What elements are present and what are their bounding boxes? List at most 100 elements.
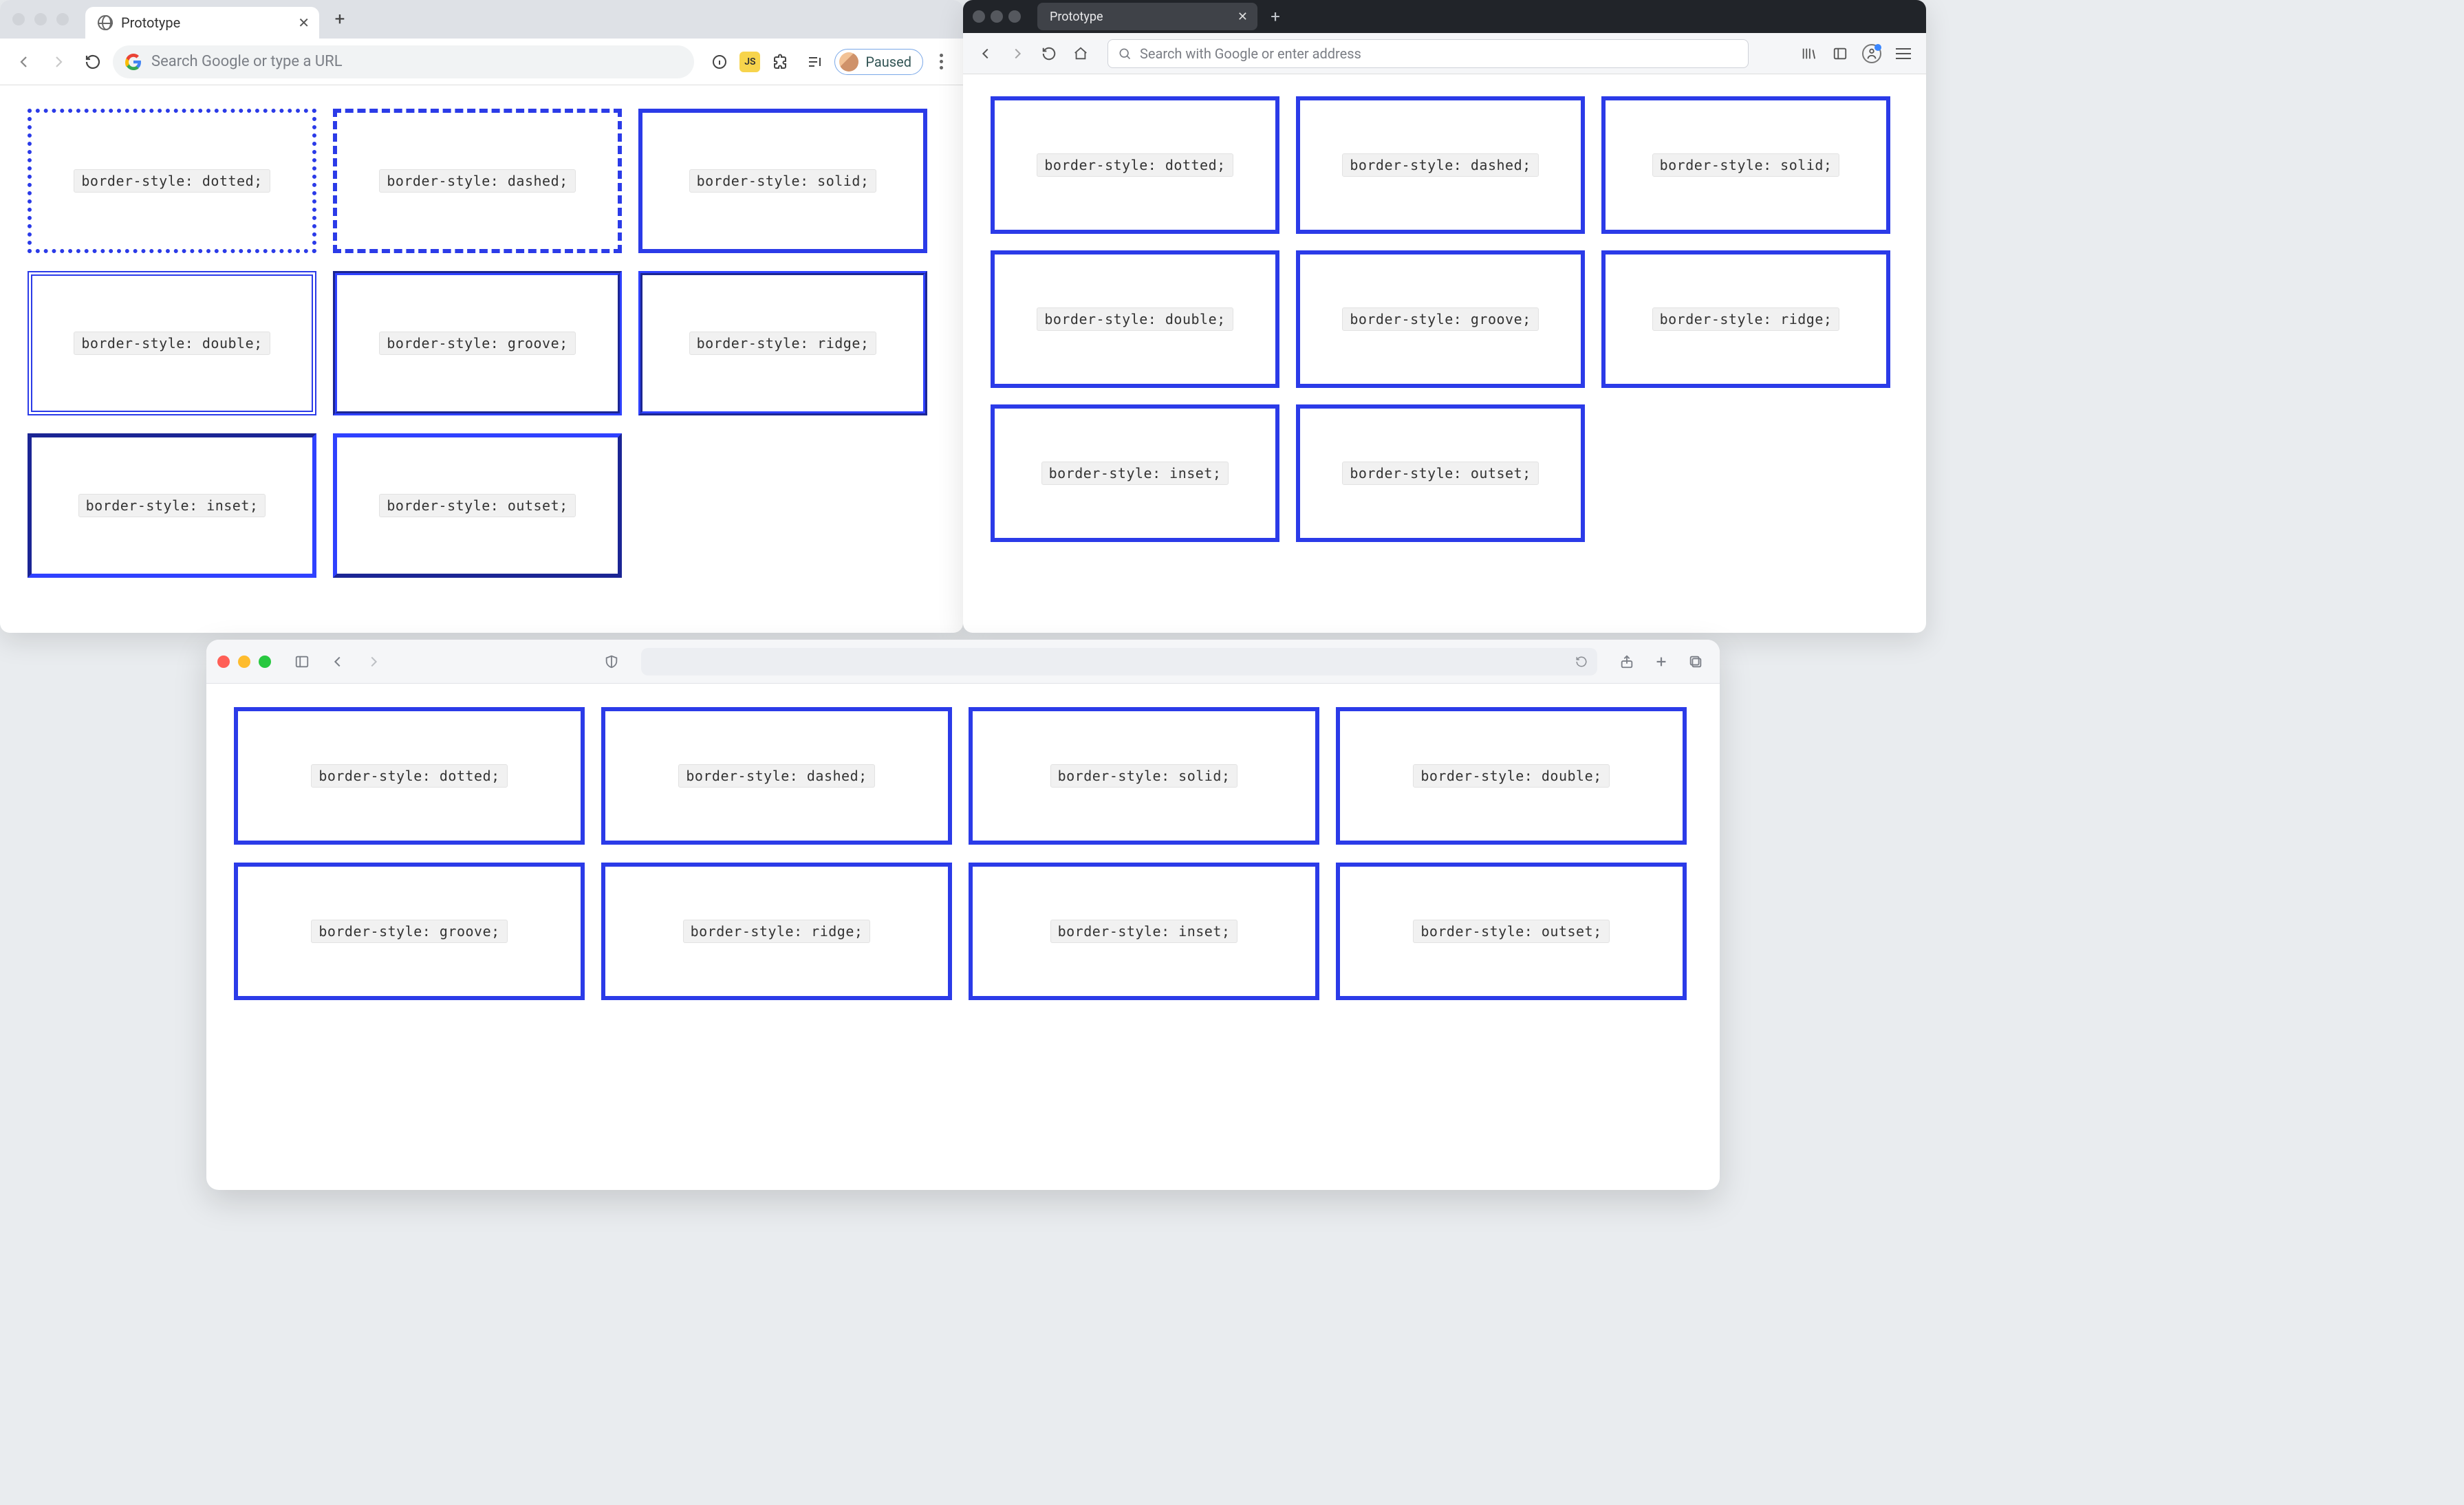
safari-minimize-dot[interactable] bbox=[238, 656, 250, 668]
chrome-tabstrip: Prototype ✕ + bbox=[0, 0, 963, 39]
new-tab-icon[interactable] bbox=[1648, 649, 1674, 675]
safari-urlbar[interactable] bbox=[641, 648, 1597, 675]
chrome-window: Prototype ✕ + Search Google or type a UR… bbox=[0, 0, 963, 633]
chrome-viewport: border-style: dotted; border-style: dash… bbox=[0, 85, 963, 601]
safari-close-dot[interactable] bbox=[217, 656, 230, 668]
firefox-tab-title: Prototype bbox=[1050, 10, 1103, 24]
close-icon[interactable]: ✕ bbox=[1238, 10, 1248, 24]
border-card-dotted: border-style: dotted; bbox=[991, 96, 1279, 234]
border-card-outset: border-style: outset; bbox=[1336, 863, 1687, 1000]
profile-label: Paused bbox=[865, 54, 911, 70]
firefox-urlbar[interactable]: Search with Google or enter address bbox=[1107, 39, 1749, 68]
border-card-groove: border-style: groove; bbox=[1296, 250, 1585, 388]
border-card-outset: border-style: outset; bbox=[1296, 404, 1585, 542]
firefox-maximize-dot[interactable] bbox=[1008, 10, 1021, 23]
border-card-dotted: border-style: dotted; bbox=[234, 707, 585, 845]
reading-list-icon[interactable] bbox=[800, 47, 829, 76]
border-card-solid: border-style: solid; bbox=[969, 707, 1319, 845]
reload-button[interactable] bbox=[1036, 41, 1062, 67]
library-icon[interactable] bbox=[1795, 41, 1822, 67]
border-label: border-style: dashed; bbox=[379, 169, 575, 193]
border-label: border-style: solid; bbox=[1652, 153, 1840, 177]
search-icon bbox=[1118, 47, 1132, 61]
safari-traffic-lights bbox=[217, 656, 271, 668]
chrome-omnibox[interactable]: Search Google or type a URL bbox=[113, 45, 694, 78]
border-label: border-style: double; bbox=[1037, 307, 1233, 331]
border-card-ridge: border-style: ridge; bbox=[1601, 250, 1890, 388]
border-label: border-style: solid; bbox=[689, 169, 877, 193]
border-card-groove: border-style: groove; bbox=[234, 863, 585, 1000]
back-button[interactable] bbox=[973, 41, 999, 67]
border-label: border-style: solid; bbox=[1050, 764, 1238, 788]
safari-actions bbox=[1614, 649, 1709, 675]
border-label: border-style: double; bbox=[1413, 764, 1609, 788]
firefox-viewport: border-style: dotted; border-style: dash… bbox=[963, 74, 1926, 564]
border-label: border-style: dotted; bbox=[311, 764, 507, 788]
firefox-toolbar: Search with Google or enter address bbox=[963, 33, 1926, 74]
reload-button[interactable] bbox=[78, 47, 107, 76]
chrome-toolbar: Search Google or type a URL JS Paused bbox=[0, 39, 963, 85]
border-card-dashed: border-style: dashed; bbox=[333, 109, 622, 253]
border-label: border-style: outset; bbox=[1413, 920, 1609, 943]
border-card-dashed: border-style: dashed; bbox=[601, 707, 952, 845]
profile-chip[interactable]: Paused bbox=[834, 49, 923, 75]
account-icon[interactable] bbox=[1859, 41, 1885, 67]
firefox-tabstrip: Prototype ✕ + bbox=[963, 0, 1926, 33]
close-icon[interactable]: ✕ bbox=[298, 14, 310, 31]
omnibox-placeholder: Search Google or type a URL bbox=[151, 53, 343, 70]
forward-button[interactable] bbox=[1004, 41, 1030, 67]
chrome-new-tab-button[interactable]: + bbox=[326, 6, 354, 33]
chrome-menu-button[interactable] bbox=[929, 54, 953, 69]
border-card-double: border-style: double; bbox=[1336, 707, 1687, 845]
tabs-overview-icon[interactable] bbox=[1683, 649, 1709, 675]
border-card-inset: border-style: inset; bbox=[969, 863, 1319, 1000]
home-button[interactable] bbox=[1068, 41, 1094, 67]
border-card-ridge: border-style: ridge; bbox=[638, 271, 927, 415]
border-label: border-style: ridge; bbox=[1652, 307, 1840, 331]
border-card-dashed: border-style: dashed; bbox=[1296, 96, 1585, 234]
safari-window: border-style: dotted; border-style: dash… bbox=[206, 640, 1720, 1190]
back-button[interactable] bbox=[325, 649, 351, 675]
reload-icon[interactable] bbox=[1575, 656, 1588, 668]
border-label: border-style: dotted; bbox=[1037, 153, 1233, 177]
firefox-minimize-dot[interactable] bbox=[991, 10, 1003, 23]
border-label: border-style: outset; bbox=[379, 494, 575, 517]
border-label: border-style: groove; bbox=[1342, 307, 1538, 331]
info-icon[interactable] bbox=[705, 47, 734, 76]
extensions-icon[interactable] bbox=[766, 47, 795, 76]
sidebar-icon[interactable] bbox=[1827, 41, 1853, 67]
border-card-ridge: border-style: ridge; bbox=[601, 863, 952, 1000]
sidebar-toggle-icon[interactable] bbox=[289, 649, 315, 675]
chrome-maximize-dot[interactable] bbox=[56, 13, 69, 25]
border-label: border-style: ridge; bbox=[689, 332, 877, 355]
share-icon[interactable] bbox=[1614, 649, 1640, 675]
border-label: border-style: outset; bbox=[1342, 462, 1538, 485]
forward-button[interactable] bbox=[44, 47, 73, 76]
firefox-tab-prototype[interactable]: Prototype ✕ bbox=[1037, 3, 1257, 30]
safari-viewport: border-style: dotted; border-style: dash… bbox=[206, 684, 1720, 1024]
firefox-menu-button[interactable] bbox=[1890, 41, 1916, 67]
forward-button[interactable] bbox=[360, 649, 387, 675]
border-card-double: border-style: double; bbox=[991, 250, 1279, 388]
border-label: border-style: inset; bbox=[78, 494, 266, 517]
firefox-close-dot[interactable] bbox=[973, 10, 985, 23]
safari-toolbar bbox=[206, 640, 1720, 684]
border-label: border-style: inset; bbox=[1050, 920, 1238, 943]
border-card-solid: border-style: solid; bbox=[1601, 96, 1890, 234]
privacy-shield-icon[interactable] bbox=[598, 649, 625, 675]
back-button[interactable] bbox=[10, 47, 39, 76]
border-label: border-style: dashed; bbox=[678, 764, 874, 788]
chrome-tab-prototype[interactable]: Prototype ✕ bbox=[85, 7, 319, 39]
extension-js-icon[interactable]: JS bbox=[739, 52, 760, 72]
border-label: border-style: ridge; bbox=[683, 920, 871, 943]
border-card-inset: border-style: inset; bbox=[28, 433, 316, 578]
border-label: border-style: groove; bbox=[379, 332, 575, 355]
border-label: border-style: groove; bbox=[311, 920, 507, 943]
chrome-minimize-dot[interactable] bbox=[34, 13, 47, 25]
firefox-new-tab-button[interactable]: + bbox=[1263, 4, 1288, 29]
firefox-window: Prototype ✕ + Search with Google or ente… bbox=[963, 0, 1926, 633]
safari-maximize-dot[interactable] bbox=[259, 656, 271, 668]
chrome-close-dot[interactable] bbox=[12, 13, 25, 25]
chrome-actions: JS Paused bbox=[705, 47, 953, 76]
border-card-solid: border-style: solid; bbox=[638, 109, 927, 253]
